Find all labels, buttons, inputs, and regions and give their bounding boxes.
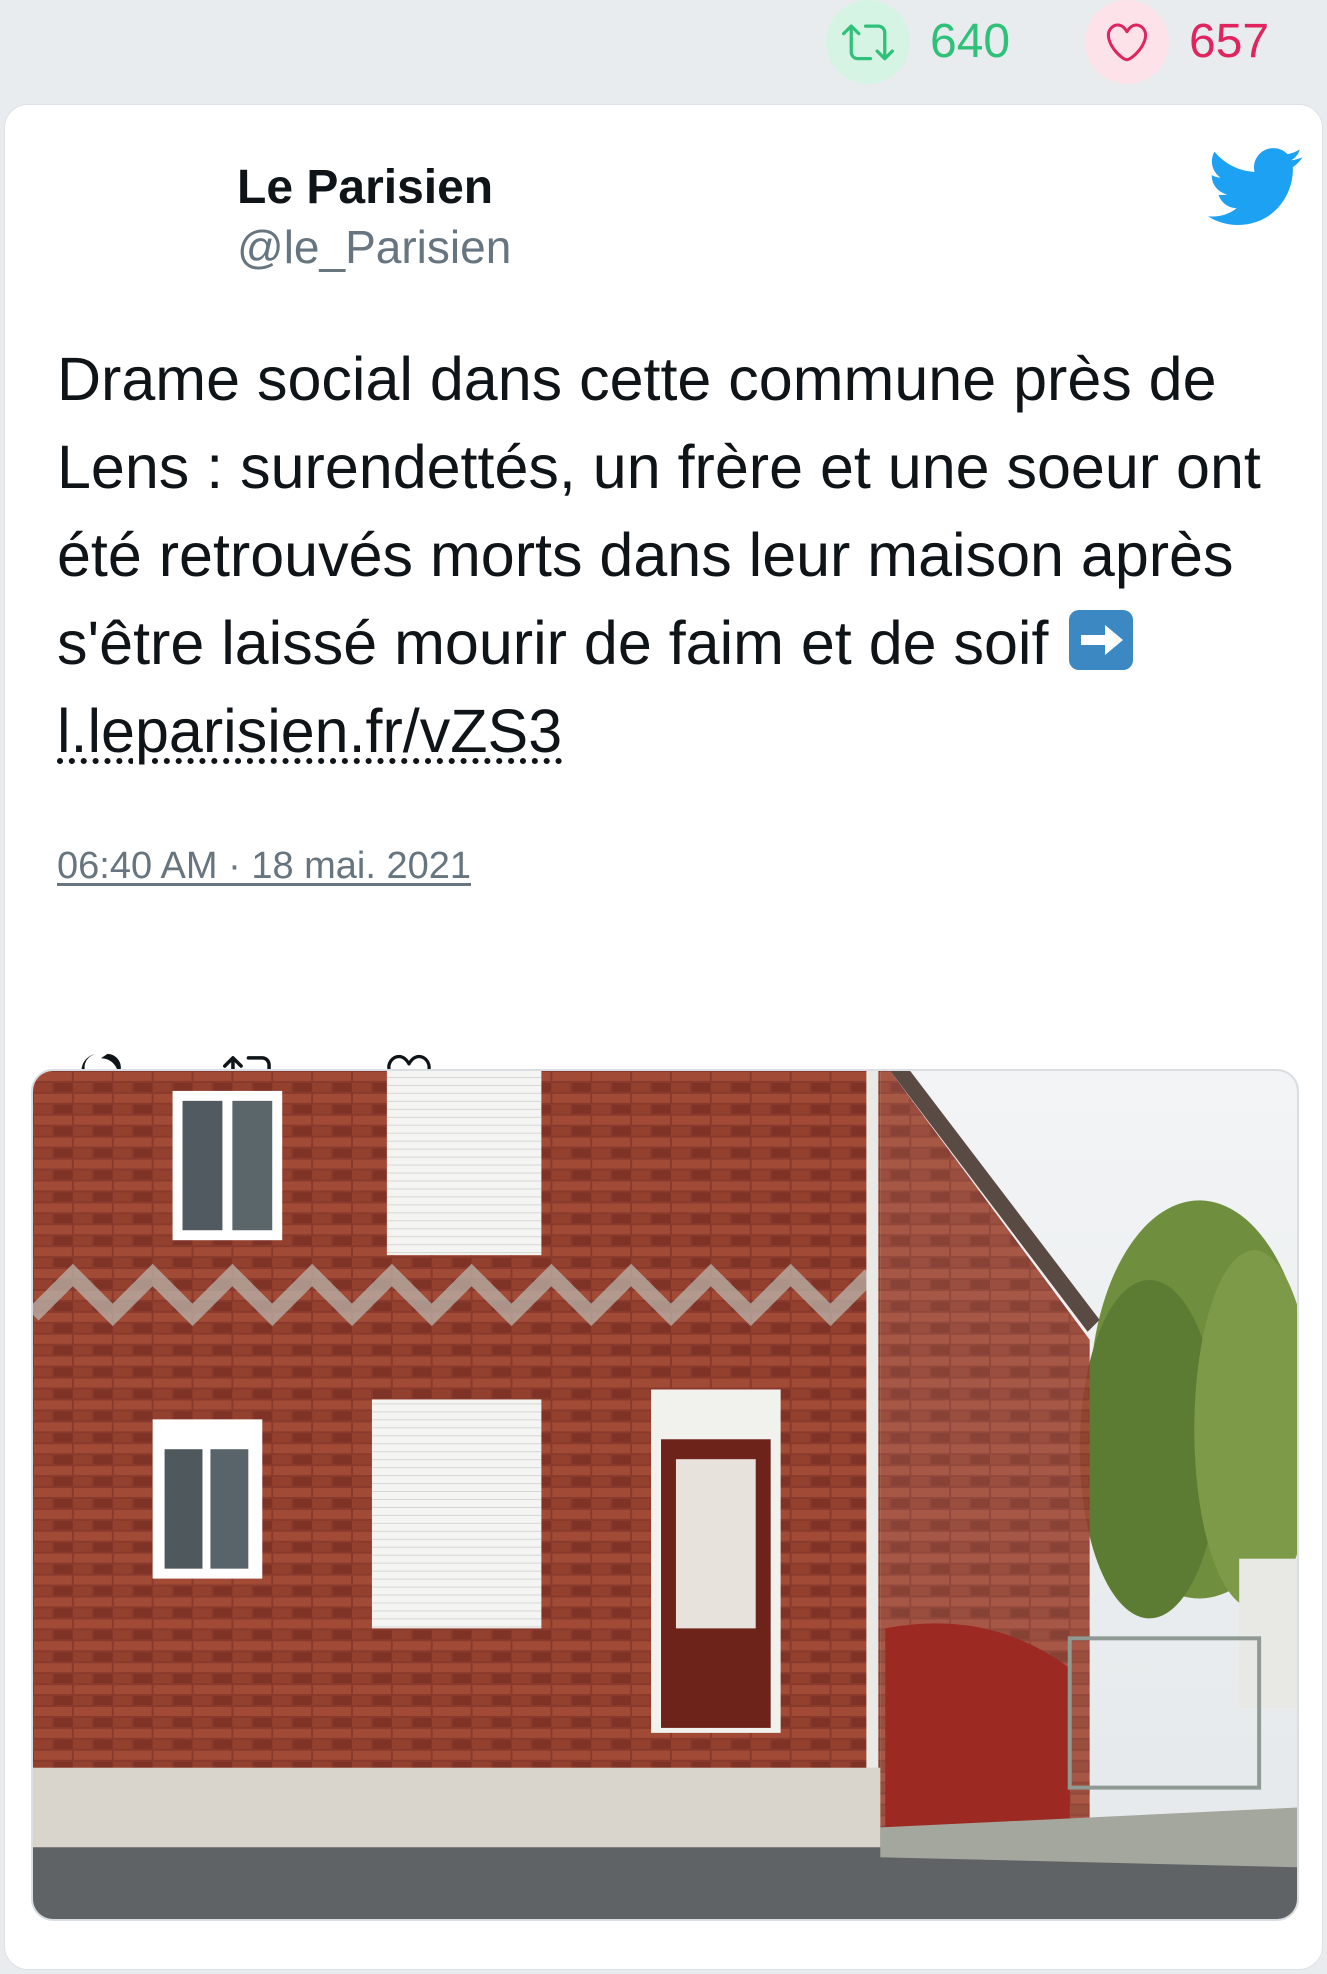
right-arrow-emoji-icon [1067, 607, 1135, 671]
red-brick-house-photo[interactable] [31, 1069, 1299, 1921]
tweet-link[interactable]: l.leparisien.fr/vZS3 [57, 697, 562, 765]
tweet-card: Le Parisien @le_Parisien Drame social da… [4, 104, 1323, 1970]
tweet-timestamp[interactable]: 06:40 AM · 18 mai. 2021 [57, 845, 471, 888]
like-count: 657 [1189, 15, 1270, 68]
tweet-stats: 640 657 [0, 0, 1327, 102]
retweet-stat-icon[interactable] [826, 0, 910, 84]
retweet-count: 640 [930, 15, 1011, 68]
twitter-bird-icon[interactable] [1204, 147, 1304, 231]
author-handle[interactable]: @le_Parisien [237, 219, 511, 277]
tweet-text: Drame social dans cette commune près de … [57, 335, 1307, 775]
retweet-stat[interactable]: 640 [826, 0, 1010, 84]
like-stat-icon[interactable] [1085, 0, 1169, 84]
like-stat[interactable]: 657 [1085, 0, 1269, 84]
author-name[interactable]: Le Parisien [237, 159, 511, 217]
tweet-author[interactable]: Le Parisien @le_Parisien [237, 159, 511, 276]
